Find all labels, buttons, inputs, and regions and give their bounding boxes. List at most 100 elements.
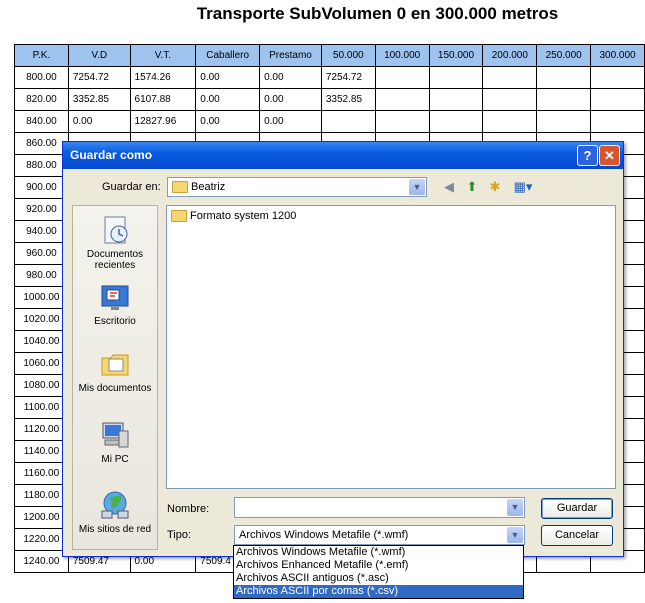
table-cell [590, 88, 645, 111]
chevron-down-icon[interactable]: ▼ [507, 527, 523, 543]
save-button[interactable]: Guardar [541, 498, 613, 519]
my-documents-icon [99, 348, 131, 380]
close-button[interactable]: ✕ [599, 145, 620, 166]
table-cell: 7254.72 [67, 66, 131, 89]
file-type-option[interactable]: Archivos Windows Metafile (*.wmf) [234, 546, 523, 559]
table-cell [590, 110, 645, 133]
column-header: Caballero [195, 44, 261, 67]
file-type-option[interactable]: Archivos ASCII antiguos (*.asc) [234, 572, 523, 585]
table-cell: 1180.00 [14, 484, 69, 507]
column-header: 300.000 [590, 44, 645, 67]
chevron-down-icon[interactable]: ▼ [507, 499, 523, 516]
place-my-computer[interactable]: Mi PC [73, 419, 157, 465]
table-cell: 0.00 [259, 110, 322, 133]
column-header: 100.000 [374, 44, 430, 67]
table-cell [428, 110, 484, 133]
network-places-icon [99, 489, 131, 521]
up-folder-icon[interactable]: ⬆ [462, 177, 482, 197]
views-menu-icon[interactable]: ▦▾ [510, 177, 536, 197]
table-row: 800.00 7254.72 1574.26 0.00 0.00 7254.72 [14, 66, 645, 89]
table-cell [428, 88, 484, 111]
save-in-label: Guardar en: [102, 181, 161, 193]
table-cell [428, 66, 484, 89]
file-name-field[interactable]: ▼ [234, 497, 525, 518]
file-list[interactable]: Formato system 1200 [166, 205, 616, 489]
table-row: 820.00 3352.85 6107.88 0.00 0.00 3352.85 [14, 88, 645, 111]
table-cell [536, 110, 592, 133]
table-cell: 920.00 [14, 198, 69, 221]
table-row: 840.00 0.00 12827.96 0.00 0.00 [14, 110, 645, 133]
table-cell: 0.00 [195, 110, 261, 133]
my-computer-icon [99, 419, 131, 451]
table-cell: 1080.00 [14, 374, 69, 397]
table-cell: 7254.72 [320, 66, 376, 89]
place-label: Mis documentos [78, 383, 152, 394]
column-header: 50.000 [320, 44, 376, 67]
sheet-title: Transporte SubVolumen 0 en 300.000 metro… [196, 4, 559, 23]
table-cell: 1060.00 [14, 352, 69, 375]
type-label: Tipo: [167, 529, 192, 541]
table-cell: 820.00 [14, 88, 69, 111]
table-cell: 800.00 [14, 66, 69, 89]
place-label: Escritorio [94, 316, 136, 327]
table-cell [536, 88, 592, 111]
dialog-titlebar[interactable]: Guardar como ? ✕ [63, 142, 623, 169]
table-cell: 0.00 [259, 66, 322, 89]
table-cell: 1240.00 [14, 550, 69, 573]
table-cell: 0.00 [67, 110, 131, 133]
place-label: Mi PC [101, 454, 129, 465]
table-cell: 960.00 [14, 242, 69, 265]
new-folder-icon[interactable]: ✱ [485, 177, 505, 197]
places-bar: Documentos recientes Escritorio Mis docu… [72, 205, 158, 550]
help-button[interactable]: ? [577, 145, 598, 166]
place-network[interactable]: Mis sitios de red [73, 489, 157, 535]
table-cell [482, 66, 538, 89]
table-cell: 1574.26 [129, 66, 197, 89]
recent-documents-icon [99, 214, 131, 246]
place-my-documents[interactable]: Mis documentos [73, 348, 157, 394]
dialog-title: Guardar como [70, 148, 153, 162]
table-cell: 0.00 [195, 66, 261, 89]
table-cell: 1160.00 [14, 462, 69, 485]
cancel-button[interactable]: Cancelar [541, 525, 613, 546]
place-label: Mis sitios de red [78, 524, 152, 535]
file-type-select[interactable]: Archivos Windows Metafile (*.wmf) ▼ [234, 525, 525, 545]
table-cell [536, 66, 592, 89]
chevron-down-icon[interactable]: ▼ [409, 179, 425, 195]
place-desktop[interactable]: Escritorio [73, 281, 157, 327]
table-cell: 1040.00 [14, 330, 69, 353]
folder-icon [171, 210, 187, 223]
table-header-row: P.K. V.D V.T. Caballero Prestamo 50.000 … [14, 44, 645, 67]
place-label: Documentos recientes [86, 249, 144, 271]
table-cell: 900.00 [14, 176, 69, 199]
table-cell [374, 110, 430, 133]
column-header: 200.000 [482, 44, 538, 67]
column-header: V.T. [129, 44, 197, 67]
table-cell: 3352.85 [67, 88, 131, 111]
table-cell [374, 66, 430, 89]
table-cell [320, 110, 376, 133]
list-item[interactable]: Formato system 1200 [171, 210, 297, 223]
column-header: P.K. [14, 44, 69, 67]
file-name: Formato system 1200 [190, 210, 297, 222]
column-header: Prestamo [259, 44, 322, 67]
name-label: Nombre: [167, 503, 210, 515]
file-type-option[interactable]: Archivos Enhanced Metafile (*.emf) [234, 559, 523, 572]
table-cell: 980.00 [14, 264, 69, 287]
table-cell: 1120.00 [14, 418, 69, 441]
table-cell [482, 110, 538, 133]
table-cell: 1200.00 [14, 506, 69, 529]
table-cell [482, 88, 538, 111]
folder-icon [172, 181, 188, 194]
place-recent-documents[interactable]: Documentos recientes [73, 214, 157, 271]
table-cell: 880.00 [14, 154, 69, 177]
file-type-option-selected[interactable]: Archivos ASCII por comas (*.csv) [234, 585, 523, 598]
save-in-value: Beatriz [191, 181, 226, 193]
column-header: 150.000 [428, 44, 484, 67]
table-cell [374, 88, 430, 111]
save-in-combo[interactable]: Beatriz ▼ [167, 177, 427, 197]
table-cell: 1140.00 [14, 440, 69, 463]
back-icon[interactable]: ◀ [439, 177, 459, 197]
file-type-value: Archivos Windows Metafile (*.wmf) [239, 529, 409, 541]
table-cell: 1000.00 [14, 286, 69, 309]
